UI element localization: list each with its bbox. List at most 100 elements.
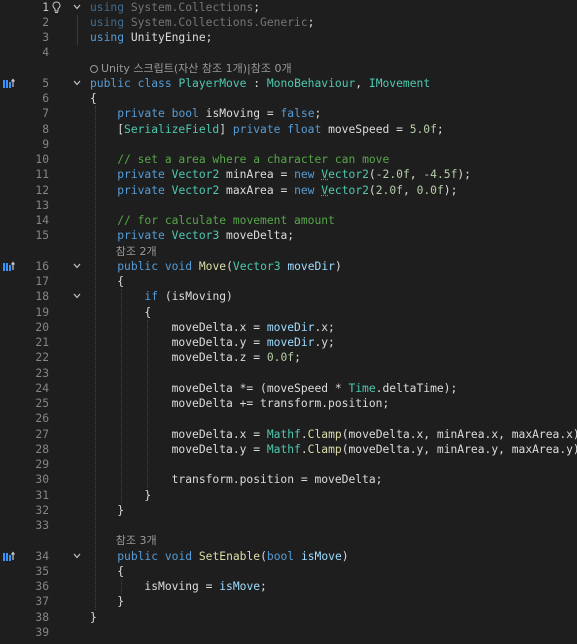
code-token: moveDir (266, 336, 315, 349)
code-text[interactable]: // for calculate movement amount (90, 213, 335, 228)
code-line[interactable]: 26 (0, 411, 577, 426)
code-text[interactable]: private Vector2 maxArea = new Vector2(2.… (90, 183, 457, 198)
code-line[interactable]: 20 moveDelta.x = moveDir.x; (0, 320, 577, 335)
lightbulb-icon[interactable] (52, 0, 61, 14)
implements-interface-icon[interactable] (2, 261, 16, 272)
chevron-down-icon[interactable] (73, 80, 81, 86)
code-token: minArea = (219, 168, 295, 182)
code-line[interactable]: 11 private Vector2 minArea = new Vector2… (0, 167, 577, 182)
code-line[interactable]: 17 { (0, 274, 577, 289)
code-token: ector2 (328, 168, 369, 182)
code-text[interactable]: private bool isMoving = false; (90, 106, 321, 121)
line-number: 20 (35, 320, 49, 334)
code-token: false (280, 107, 315, 121)
code-text[interactable]: } (90, 610, 97, 625)
code-text[interactable]: moveDelta.y = moveDir.y; (90, 335, 335, 350)
code-line[interactable]: 9 (0, 137, 577, 152)
code-line[interactable]: 39 (0, 625, 577, 640)
chevron-down-icon[interactable] (73, 263, 81, 269)
code-editor[interactable]: 1 using System.Collections; 2 using System.… (0, 0, 577, 644)
code-text[interactable]: transform.position = moveDelta; (90, 472, 383, 487)
codelens-references[interactable]: 참조 3개 (116, 533, 157, 548)
code-text[interactable]: public void SetEnable(bool isMove) (90, 549, 348, 564)
fold-margin-line (77, 14, 78, 46)
codelens-text[interactable]: 참조 3개 (116, 534, 157, 547)
code-text[interactable]: moveDelta.y = Mathf.Clamp(moveDelta.y, m… (90, 442, 577, 457)
code-token: moveDir (287, 259, 335, 273)
code-text[interactable]: moveDelta += transform.position; (90, 396, 390, 411)
code-line[interactable]: 7 private bool isMoving = false; (0, 106, 577, 121)
code-line[interactable]: 34 public void SetEnable(bool isMove) (0, 549, 577, 564)
code-line[interactable]: 22 moveDelta.z = 0.0f; (0, 350, 577, 365)
code-token: float (287, 122, 322, 136)
code-text[interactable]: moveDelta.x = moveDir.x; (90, 320, 335, 335)
code-line[interactable]: 4 (0, 45, 577, 60)
code-text[interactable]: [SerializeField] private float moveSpeed… (90, 122, 444, 137)
code-line[interactable]: 12 private Vector2 maxArea = new Vector2… (0, 183, 577, 198)
code-text[interactable]: using UnityEngine; (90, 30, 212, 45)
code-text[interactable]: isMoving = isMove; (90, 579, 266, 594)
code-line[interactable]: 30 transform.position = moveDelta; (0, 472, 577, 487)
code-line[interactable]: 10 // set a area where a character can m… (0, 152, 577, 167)
code-line[interactable]: 25 moveDelta += transform.position; (0, 396, 577, 411)
line-number: 36 (35, 580, 49, 593)
chevron-down-icon[interactable] (73, 553, 81, 559)
code-line[interactable]: 3 using UnityEngine; (0, 30, 577, 45)
codelens-row[interactable]: 참조 2개 (0, 244, 577, 259)
code-token: new (294, 168, 315, 182)
code-text[interactable]: moveDelta.x = Mathf.Clamp(moveDelta.x, m… (90, 427, 577, 442)
code-line[interactable]: 27 moveDelta.x = Mathf.Clamp(moveDelta.x… (0, 427, 577, 442)
code-line[interactable]: 16 public void Move(Vector3 moveDir) (0, 259, 577, 274)
code-text[interactable]: public class PlayerMove : MonoBehaviour,… (90, 76, 430, 91)
code-line[interactable]: 18 if (isMoving) (0, 289, 577, 304)
code-line[interactable]: 31 } (0, 488, 577, 503)
code-line[interactable]: 19 { (0, 305, 577, 320)
code-line[interactable]: 24 moveDelta *= (moveSpeed * Time.deltaT… (0, 381, 577, 396)
code-text[interactable]: using System.Collections; (90, 0, 260, 15)
codelens-row[interactable]: 참조 3개 (0, 533, 577, 548)
code-text[interactable]: if (isMoving) (90, 289, 232, 304)
code-line[interactable]: 33 (0, 518, 577, 533)
code-line[interactable]: 6{ (0, 91, 577, 106)
implements-interface-icon[interactable] (2, 78, 16, 89)
code-token: SerializeField (124, 122, 220, 136)
code-token: -2.0f (375, 168, 410, 182)
code-text[interactable]: moveDelta *= (moveSpeed * Time.deltaTime… (90, 381, 458, 396)
code-line[interactable]: 29 (0, 457, 577, 472)
code-line[interactable]: 5 public class PlayerMove : MonoBehaviour… (0, 76, 577, 91)
code-text[interactable]: private Vector2 minArea = new Vector2(-2… (90, 167, 471, 182)
code-text[interactable]: { (90, 91, 97, 106)
code-line[interactable]: 35 { (0, 564, 577, 579)
codelens-row[interactable]: Unity 스크립트(자산 참조 1개)|참조 0개 (0, 61, 577, 76)
chevron-down-icon[interactable] (73, 4, 81, 10)
chevron-down-icon[interactable] (73, 293, 81, 299)
code-line[interactable]: 23 (0, 366, 577, 381)
code-line[interactable]: 36 isMoving = isMove; (0, 579, 577, 594)
code-line[interactable]: 28 moveDelta.y = Mathf.Clamp(moveDelta.y… (0, 442, 577, 457)
code-text[interactable]: // set a area where a character can move (90, 152, 389, 167)
code-line[interactable]: 13 (0, 198, 577, 213)
codelens-text[interactable]: Unity 스크립트(자산 참조 1개)|참조 0개 (101, 62, 292, 75)
line-number: 28 (35, 442, 49, 456)
code-token: PlayerMove (178, 76, 247, 90)
code-line[interactable]: 2 using System.Collections.Generic; (0, 15, 577, 30)
code-token: isMove (300, 549, 342, 563)
code-line[interactable]: 21 moveDelta.y = moveDir.y; (0, 335, 577, 350)
code-token: using (90, 15, 125, 29)
codelens-references[interactable]: Unity 스크립트(자산 참조 1개)|참조 0개 (90, 61, 292, 76)
code-line[interactable]: 32 } (0, 503, 577, 518)
code-text[interactable]: private Vector3 moveDelta; (90, 228, 294, 243)
implements-interface-icon[interactable] (2, 551, 16, 562)
code-line[interactable]: 15 private Vector3 moveDelta; (0, 228, 577, 243)
code-text[interactable]: using System.Collections.Generic; (90, 15, 314, 30)
code-line[interactable]: 8 [SerializeField] private float moveSpe… (0, 122, 577, 137)
code-line[interactable]: 14 // for calculate movement amount (0, 213, 577, 228)
line-number: 35 (35, 564, 49, 578)
code-text[interactable]: public void Move(Vector3 moveDir) (90, 259, 342, 274)
codelens-references[interactable]: 참조 2개 (116, 244, 157, 259)
codelens-text[interactable]: 참조 2개 (116, 245, 157, 258)
code-line[interactable]: 1 using System.Collections; (0, 0, 577, 15)
code-line[interactable]: 38} (0, 610, 577, 625)
code-line[interactable]: 37 } (0, 594, 577, 609)
